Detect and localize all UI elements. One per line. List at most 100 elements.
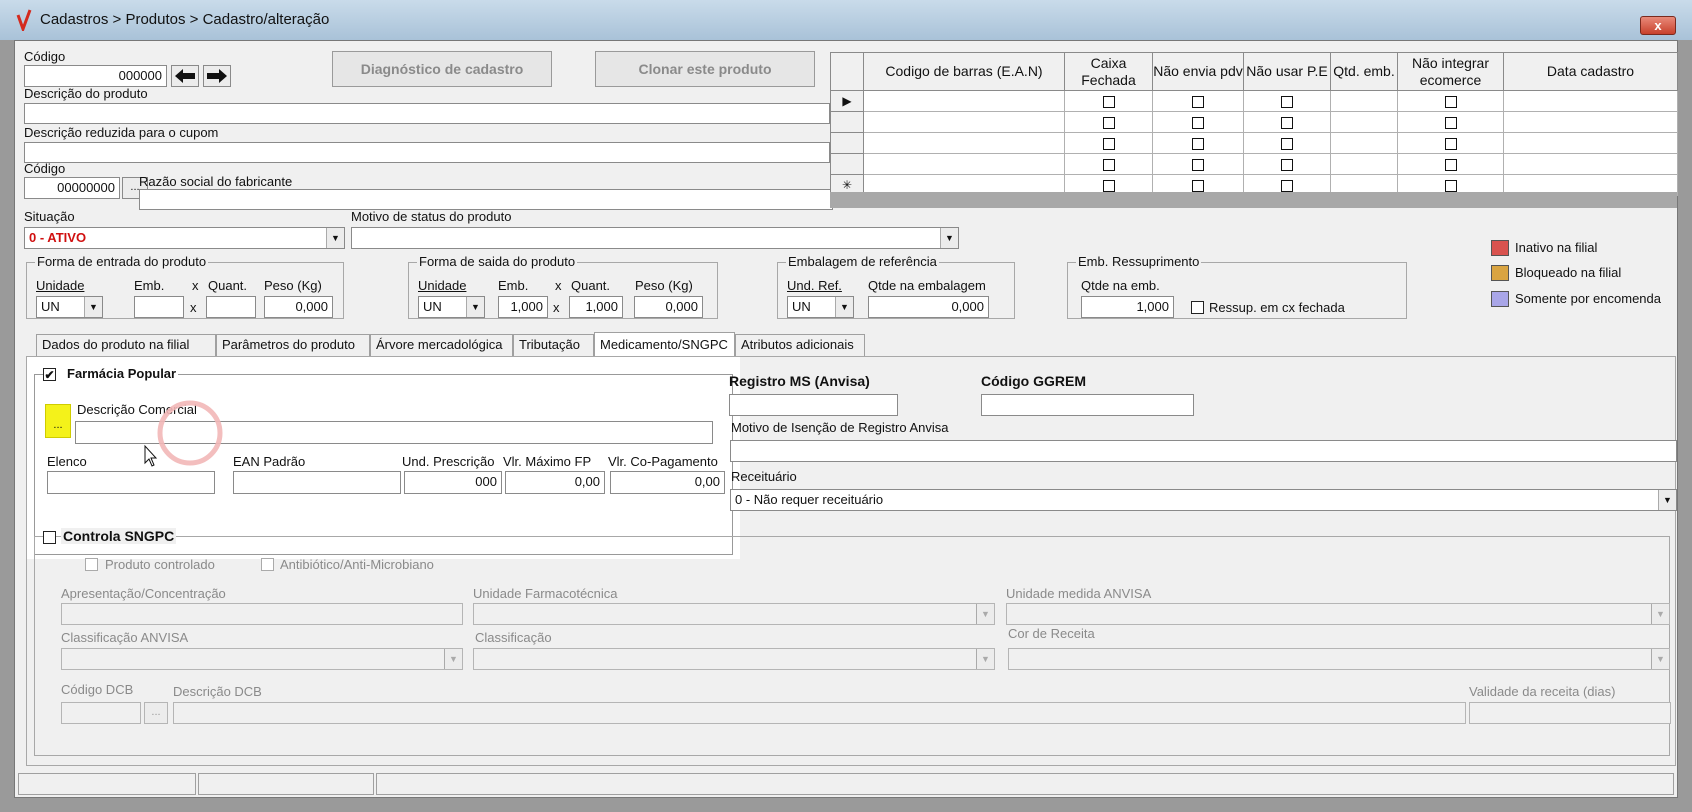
grid-header-data-cadastro[interactable]: Data cadastro xyxy=(1503,52,1678,91)
table-row[interactable] xyxy=(830,111,1678,133)
und-prescricao-input[interactable]: 000 xyxy=(404,471,502,494)
cell-ean[interactable] xyxy=(863,90,1065,112)
cell-checkbox[interactable] xyxy=(1192,117,1204,130)
motivo-status-select[interactable]: ▼ xyxy=(351,227,959,249)
entrada-emb-input[interactable] xyxy=(134,296,184,318)
und-ref-select[interactable]: UN ▼ xyxy=(787,296,854,318)
cell-data-cadastro[interactable] xyxy=(1503,132,1678,154)
grid-header-nao-integrar[interactable]: Não integrar ecomerce xyxy=(1397,52,1504,91)
cell-nao-integrar[interactable] xyxy=(1397,153,1504,175)
cell-nao-integrar[interactable] xyxy=(1397,111,1504,133)
tab-medicamento-sngpc[interactable]: Medicamento/SNGPC xyxy=(594,332,735,356)
codigo-dcb-input[interactable] xyxy=(61,702,141,724)
grid-header-ean[interactable]: Codigo de barras (E.A.N) xyxy=(863,52,1065,91)
cell-nao-usar-pe[interactable] xyxy=(1243,111,1331,133)
qtde-embalagem-input[interactable]: 0,000 xyxy=(868,296,989,318)
diagnostico-button[interactable]: Diagnóstico de cadastro xyxy=(332,51,552,87)
cell-qtd-emb[interactable] xyxy=(1330,132,1398,154)
cell-data-cadastro[interactable] xyxy=(1503,90,1678,112)
cell-nao-envia-pdv[interactable] xyxy=(1152,111,1244,133)
cell-ean[interactable] xyxy=(863,153,1065,175)
cell-ean[interactable] xyxy=(863,132,1065,154)
cell-checkbox[interactable] xyxy=(1281,159,1293,172)
receituario-select[interactable]: 0 - Não requer receituário ▼ xyxy=(730,489,1677,511)
cell-checkbox[interactable] xyxy=(1281,96,1293,109)
saida-unidade-select[interactable]: UN ▼ xyxy=(418,296,485,318)
codigo-ggrem-input[interactable] xyxy=(981,394,1194,416)
cell-checkbox[interactable] xyxy=(1192,138,1204,151)
grid-header-caixa-fechada[interactable]: Caixa Fechada xyxy=(1064,52,1153,91)
farmacia-popular-lookup-button[interactable]: ... xyxy=(45,404,71,438)
ressup-cx-fechada-checkbox[interactable] xyxy=(1191,301,1204,314)
cell-checkbox[interactable] xyxy=(1444,117,1457,130)
controla-sngpc-checkbox[interactable] xyxy=(43,531,56,544)
cell-nao-integrar[interactable] xyxy=(1397,90,1504,112)
ean-padrao-input[interactable] xyxy=(233,471,401,494)
descricao-input[interactable] xyxy=(24,103,830,124)
classificacao-anvisa-select[interactable]: ▼ xyxy=(61,648,463,670)
cell-data-cadastro[interactable] xyxy=(1503,111,1678,133)
registro-ms-input[interactable] xyxy=(729,394,898,416)
grid-header-nao-usar-pe[interactable]: Não usar P.E xyxy=(1243,52,1331,91)
table-row[interactable]: ▶ xyxy=(830,90,1678,112)
cell-nao-integrar[interactable] xyxy=(1397,132,1504,154)
situacao-select[interactable]: 0 - ATIVO ▼ xyxy=(24,227,345,249)
tab-parametros[interactable]: Parâmetros do produto xyxy=(216,334,370,356)
entrada-peso-input[interactable]: 0,000 xyxy=(264,296,333,318)
tab-arvore[interactable]: Árvore mercadológica xyxy=(370,334,513,356)
dcb-lookup-button[interactable]: ... xyxy=(144,702,168,724)
cell-checkbox[interactable] xyxy=(1281,117,1293,130)
cell-checkbox[interactable] xyxy=(1102,159,1115,172)
cell-nao-envia-pdv[interactable] xyxy=(1152,132,1244,154)
cell-nao-envia-pdv[interactable] xyxy=(1152,90,1244,112)
antibiotico-checkbox[interactable] xyxy=(261,558,274,571)
entrada-quant-input[interactable] xyxy=(206,296,256,318)
cell-caixa-fechada[interactable] xyxy=(1064,111,1153,133)
cell-caixa-fechada[interactable] xyxy=(1064,90,1153,112)
razao-social-input[interactable] xyxy=(139,189,833,210)
row-indicator[interactable] xyxy=(830,132,864,154)
validade-receita-input[interactable] xyxy=(1469,702,1671,724)
vlr-maximo-input[interactable]: 0,00 xyxy=(505,471,605,494)
classificacao-select[interactable]: ▼ xyxy=(473,648,995,670)
entrada-unidade-select[interactable]: UN ▼ xyxy=(36,296,103,318)
unidade-anvisa-select[interactable]: ▼ xyxy=(1006,603,1670,625)
cell-checkbox[interactable] xyxy=(1444,180,1457,193)
cell-qtd-emb[interactable] xyxy=(1330,111,1398,133)
cell-checkbox[interactable] xyxy=(1192,159,1204,172)
tab-dados-filial[interactable]: Dados do produto na filial xyxy=(36,334,216,356)
close-button[interactable]: x xyxy=(1640,16,1676,35)
cell-nao-usar-pe[interactable] xyxy=(1243,90,1331,112)
cell-qtd-emb[interactable] xyxy=(1330,90,1398,112)
cell-nao-usar-pe[interactable] xyxy=(1243,153,1331,175)
qtde-emb-input[interactable]: 1,000 xyxy=(1081,296,1174,318)
cell-checkbox[interactable] xyxy=(1102,117,1115,130)
clonar-button[interactable]: Clonar este produto xyxy=(595,51,815,87)
unidade-farmacotecnica-select[interactable]: ▼ xyxy=(473,603,995,625)
fabricante-codigo-input[interactable]: 00000000 xyxy=(24,177,120,199)
table-row[interactable] xyxy=(830,132,1678,154)
cell-qtd-emb[interactable] xyxy=(1330,153,1398,175)
saida-peso-input[interactable]: 0,000 xyxy=(634,296,703,318)
codigo-input[interactable]: 000000 xyxy=(24,65,167,87)
cell-ean[interactable] xyxy=(863,111,1065,133)
table-row[interactable] xyxy=(830,153,1678,175)
barcode-grid[interactable]: Codigo de barras (E.A.N) Caixa Fechada N… xyxy=(830,52,1678,196)
row-indicator[interactable]: ▶ xyxy=(830,90,864,112)
produto-controlado-checkbox[interactable] xyxy=(85,558,98,571)
tab-atributos[interactable]: Atributos adicionais xyxy=(735,334,865,356)
next-button[interactable] xyxy=(203,65,231,87)
row-indicator[interactable] xyxy=(830,111,864,133)
cell-data-cadastro[interactable] xyxy=(1503,153,1678,175)
cell-checkbox[interactable] xyxy=(1102,96,1115,109)
cell-checkbox[interactable] xyxy=(1281,180,1293,193)
cell-nao-envia-pdv[interactable] xyxy=(1152,153,1244,175)
cell-checkbox[interactable] xyxy=(1192,180,1204,193)
saida-quant-input[interactable]: 1,000 xyxy=(569,296,623,318)
apresentacao-input[interactable] xyxy=(61,603,463,625)
cell-checkbox[interactable] xyxy=(1102,138,1115,151)
cell-checkbox[interactable] xyxy=(1281,138,1293,151)
elenco-input[interactable] xyxy=(47,471,215,494)
cell-nao-usar-pe[interactable] xyxy=(1243,132,1331,154)
cell-checkbox[interactable] xyxy=(1192,96,1204,109)
